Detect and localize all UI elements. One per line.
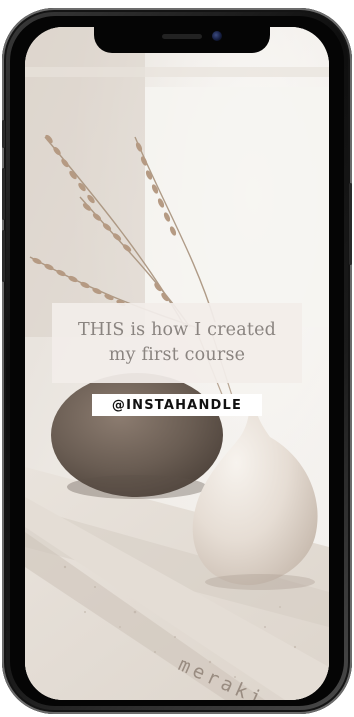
instagram-handle: @INSTAHANDLE xyxy=(111,397,243,413)
handle-box: @INSTAHANDLE xyxy=(92,394,262,416)
front-camera-icon xyxy=(212,31,222,41)
headline-box: THIS is how I created my first course xyxy=(52,303,302,383)
silent-switch xyxy=(2,120,5,148)
phone-notch xyxy=(94,27,270,53)
power-button xyxy=(349,183,352,265)
volume-up-button xyxy=(2,168,5,220)
earpiece-speaker-icon xyxy=(162,34,202,39)
headline-text: THIS is how I created my first course xyxy=(77,320,277,365)
mockup-stage: meraki THIS is how I created my first co… xyxy=(0,0,354,717)
volume-down-button xyxy=(2,230,5,282)
